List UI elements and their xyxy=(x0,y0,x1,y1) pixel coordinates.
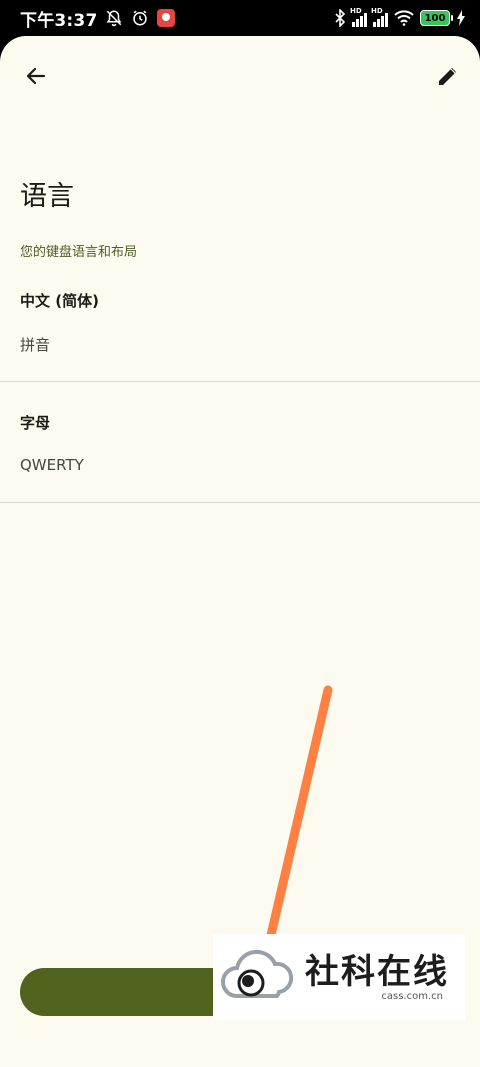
language-settings-screen: 语言 您的键盘语言和布局 中文 (简体) 拼音 字母 QWERTY xyxy=(0,36,480,1067)
back-button[interactable] xyxy=(16,56,56,96)
language-layout: 拼音 xyxy=(20,336,51,354)
language-item-alphabet[interactable]: 字母 QWERTY xyxy=(0,382,480,502)
watermark-brand: 社科在线 xyxy=(305,951,449,992)
language-layout: QWERTY xyxy=(20,456,84,474)
watermark-logo: 社科在线 cass.com.cn xyxy=(213,934,465,1020)
arrow-back-icon xyxy=(26,67,46,85)
edit-button[interactable] xyxy=(428,56,468,96)
wifi-icon xyxy=(394,10,414,26)
status-time: 下午3:37 xyxy=(20,10,98,31)
top-app-bar xyxy=(0,36,480,116)
alarm-icon xyxy=(131,9,149,27)
charging-icon xyxy=(456,10,466,26)
page-title: 语言 xyxy=(20,181,74,212)
language-name: 中文 (简体) xyxy=(20,292,99,310)
bluetooth-icon xyxy=(334,9,346,27)
app-badge-icon xyxy=(157,9,176,27)
status-bar: 下午3:37 HD HD 100 xyxy=(0,0,480,36)
language-name: 字母 xyxy=(20,414,51,432)
signal-icon: HD xyxy=(371,7,388,27)
section-subtitle: 您的键盘语言和布局 xyxy=(20,245,138,260)
signal-icon: HD xyxy=(350,7,367,27)
watermark-domain: cass.com.cn xyxy=(381,990,443,1002)
language-item-chinese[interactable]: 中文 (简体) 拼音 xyxy=(0,276,480,380)
notification-muted-icon xyxy=(105,9,123,27)
cloud-eye-icon xyxy=(221,949,294,998)
divider xyxy=(0,502,480,503)
battery-icon: 100 xyxy=(420,10,453,26)
pencil-icon xyxy=(439,68,456,85)
